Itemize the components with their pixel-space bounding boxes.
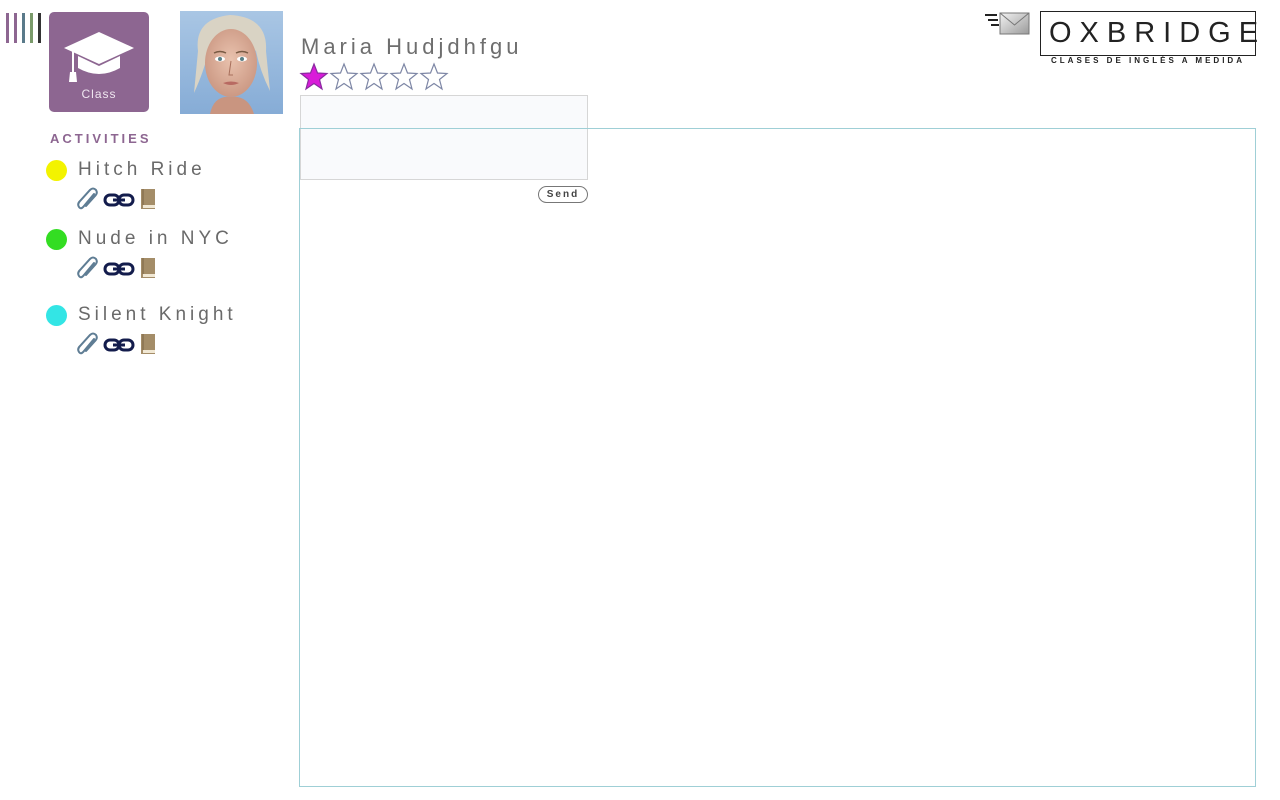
star-empty-icon[interactable] [419, 62, 449, 92]
book-icon[interactable] [138, 256, 158, 282]
class-button[interactable]: Class [49, 12, 149, 112]
paperclip-icon[interactable] [76, 332, 100, 358]
star-empty-icon[interactable] [329, 62, 359, 92]
menu-bar-3 [22, 13, 25, 43]
paperclip-icon[interactable] [76, 256, 100, 282]
menu-bar-4 [30, 13, 33, 43]
menu-bar-5 [38, 13, 41, 43]
avatar [180, 11, 283, 114]
menu-bar-2 [14, 13, 17, 43]
brand-tagline: CLASES DE INGLÉS A MEDIDA [1051, 56, 1245, 65]
main-content-frame [299, 128, 1256, 787]
book-icon[interactable] [138, 187, 158, 213]
menu-bar-1 [6, 13, 9, 43]
menu-bars-icon[interactable] [6, 13, 46, 43]
activity-title[interactable]: Nude in NYC [78, 228, 233, 250]
class-label: Class [81, 87, 117, 101]
status-dot [46, 160, 67, 181]
link-icon[interactable] [103, 256, 135, 282]
status-dot [46, 229, 67, 250]
brand-logo: OXBRIDGE [1040, 11, 1258, 56]
star-empty-icon[interactable] [389, 62, 419, 92]
star-empty-icon[interactable] [359, 62, 389, 92]
activity-title[interactable]: Silent Knight [78, 304, 237, 326]
status-dot [46, 305, 67, 326]
activity-title[interactable]: Hitch Ride [78, 159, 206, 181]
paperclip-icon[interactable] [76, 187, 100, 213]
student-name: Maria Hudjdhfgu [301, 34, 523, 59]
star-rating[interactable] [299, 62, 449, 92]
graduation-cap-icon [64, 32, 134, 82]
mail-icon[interactable] [985, 12, 1030, 36]
link-icon[interactable] [103, 187, 135, 213]
star-filled-icon[interactable] [299, 62, 329, 92]
activities-heading: ACTIVITIES [50, 131, 152, 146]
book-icon[interactable] [138, 332, 158, 358]
link-icon[interactable] [103, 332, 135, 358]
